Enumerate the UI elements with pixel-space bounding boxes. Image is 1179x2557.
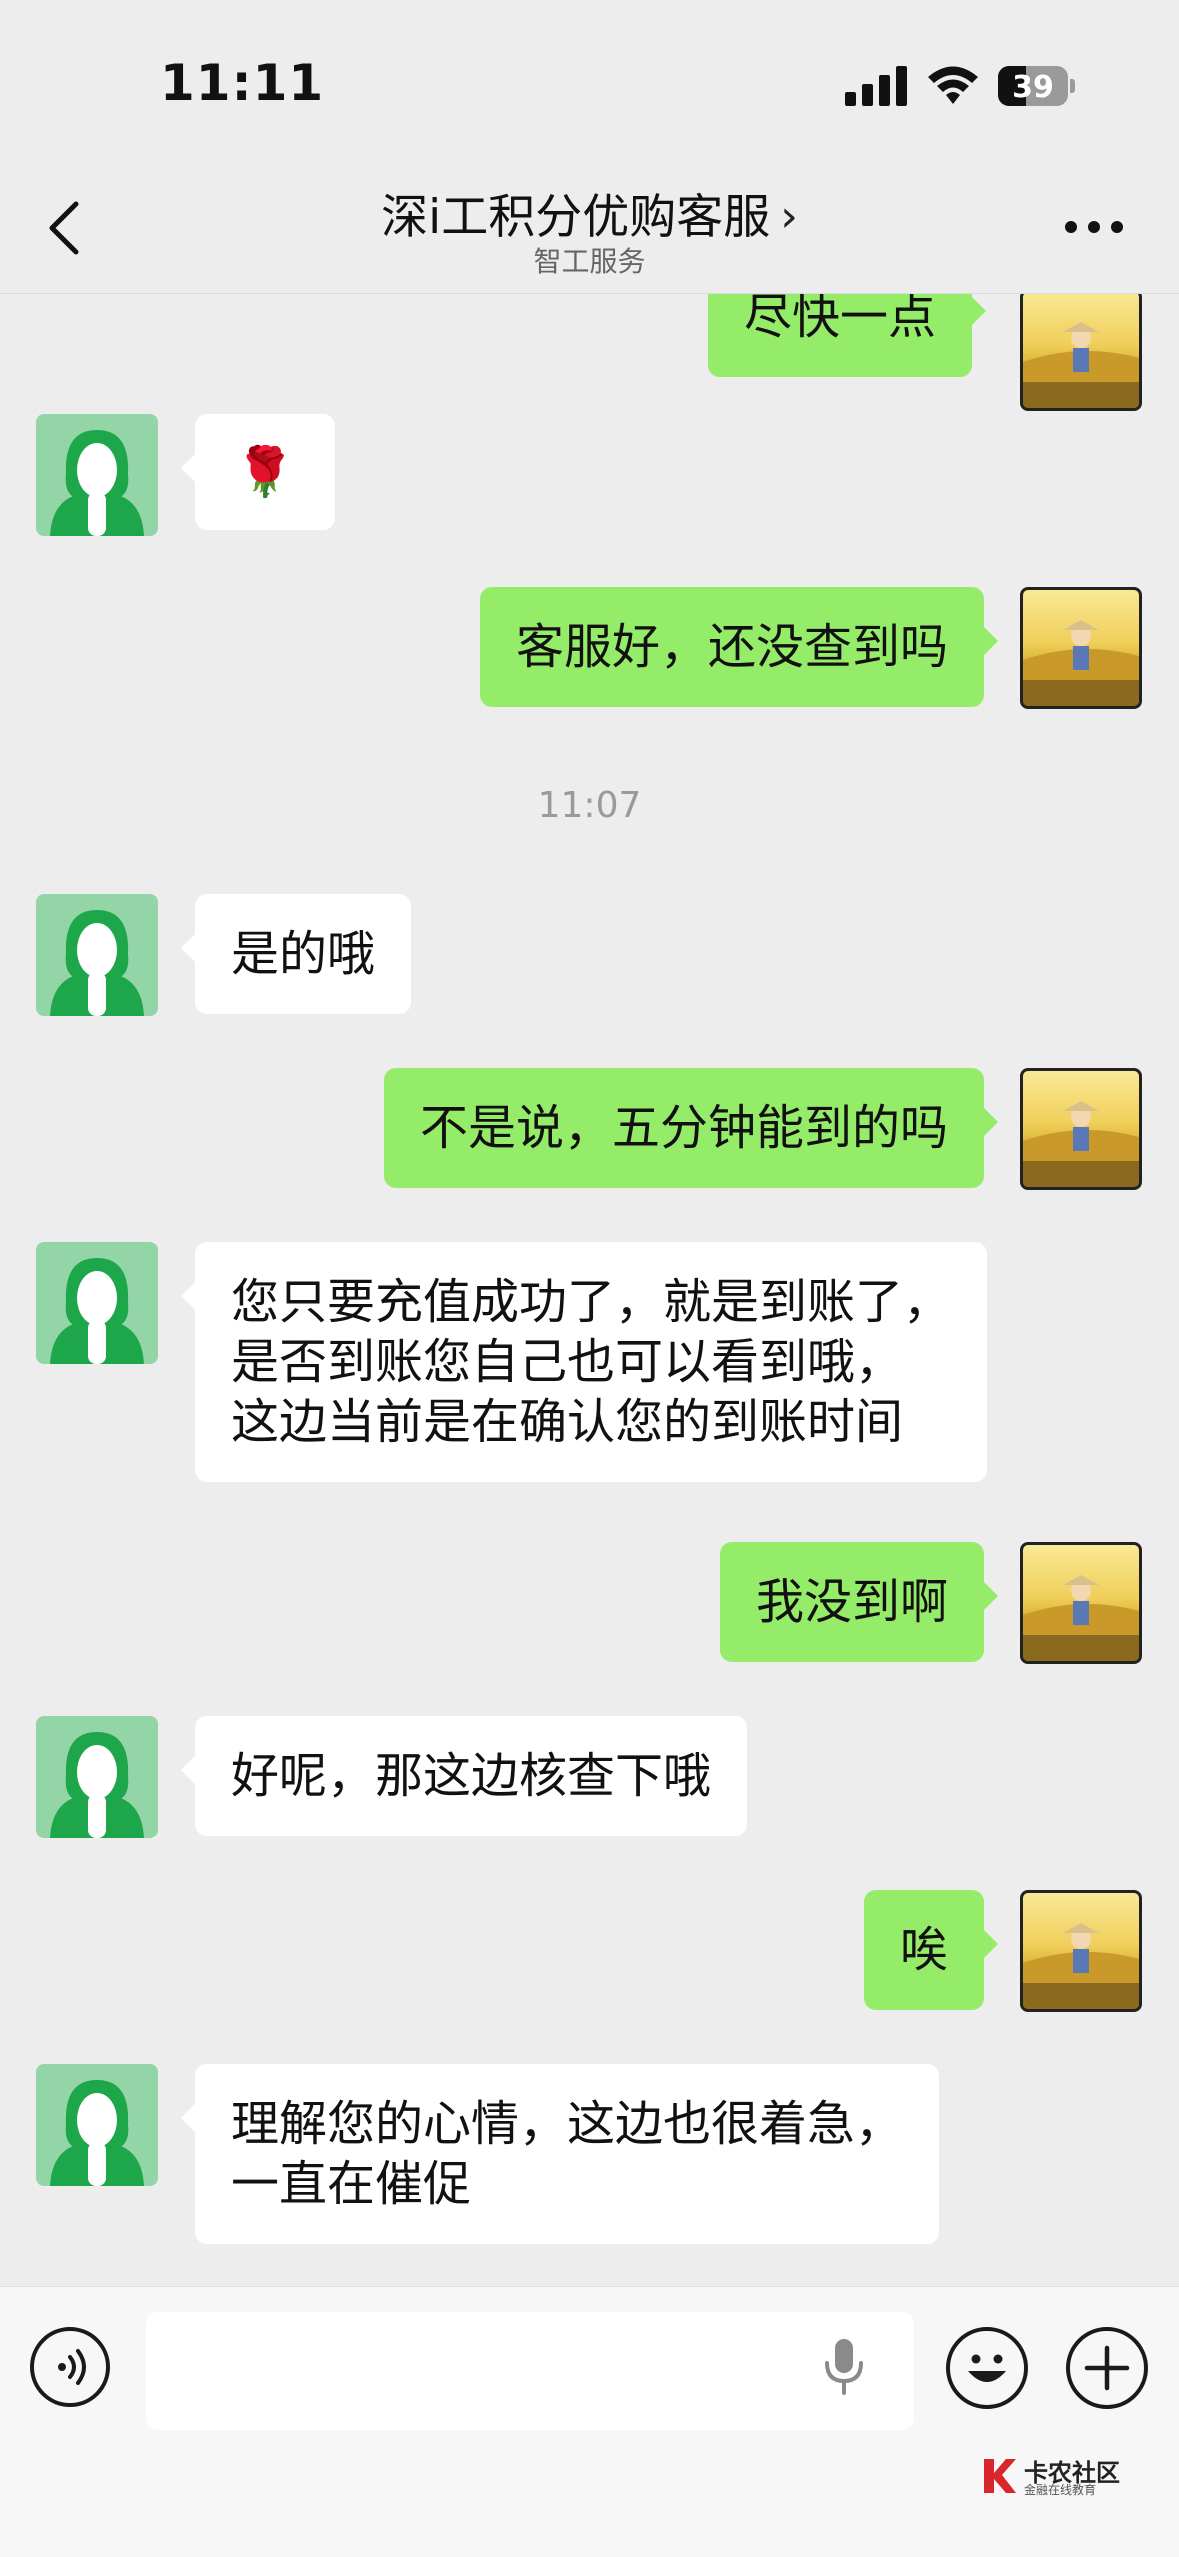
- chat-subtitle: 智工服务: [533, 245, 646, 278]
- message-bubble-sent[interactable]: 客服好，还没查到吗: [479, 587, 999, 707]
- message-bubble-received[interactable]: 好呢，那这边核查下哦: [180, 1716, 748, 1836]
- agent-avatar[interactable]: [36, 1242, 158, 1364]
- watermark-subtitle: 金融在线教育: [1024, 2483, 1097, 2497]
- status-time: 11:11: [160, 54, 325, 112]
- message-bubble-sent[interactable]: 我没到啊: [719, 1542, 999, 1662]
- message-bubble-sent[interactable]: 唉: [863, 1890, 999, 2010]
- agent-avatar[interactable]: [36, 1716, 158, 1838]
- agent-avatar[interactable]: [36, 894, 158, 1016]
- battery-icon: 39: [998, 66, 1076, 106]
- agent-avatar[interactable]: [36, 414, 158, 536]
- timestamp: 11:07: [537, 785, 642, 826]
- user-avatar[interactable]: [1020, 293, 1142, 411]
- chat-area[interactable]: 尽快一点 🌹 客服好，还没查到吗 11:07 是的哦 不是说，五分钟能到的吗 您…: [0, 293, 1179, 2286]
- farmer-avatar-icon: [1023, 322, 1139, 408]
- emoji-icon[interactable]: [946, 2327, 1028, 2409]
- agent-avatar[interactable]: [36, 2064, 158, 2186]
- status-bar: 11:11 39: [0, 0, 1179, 160]
- message-line: 这边当前是在确认您的到账时间: [231, 1394, 904, 1450]
- agent-avatar-icon: [50, 1732, 144, 1838]
- battery-level: 39: [1012, 70, 1054, 105]
- input-bar: 卡农社区 金融在线教育: [0, 2286, 1179, 2557]
- plus-icon[interactable]: [1066, 2327, 1148, 2409]
- agent-avatar-icon: [50, 1258, 144, 1364]
- message-bubble-received[interactable]: 🌹: [181, 414, 335, 530]
- chat-title-button[interactable]: 深i工积分优购客服 ›: [0, 178, 1179, 247]
- farmer-avatar-icon: [1023, 1923, 1139, 2009]
- farmer-avatar-icon: [1023, 620, 1139, 706]
- message-line: 是否到账您自己也可以看到哦，: [231, 1334, 904, 1390]
- message-bubble-sent[interactable]: 不是说，五分钟能到的吗: [383, 1068, 999, 1188]
- user-avatar[interactable]: [1020, 1542, 1142, 1664]
- user-avatar[interactable]: [1020, 1890, 1142, 2012]
- message-line: 您只要充值成功了，就是到账了，: [231, 1274, 952, 1330]
- agent-avatar-icon: [50, 2080, 144, 2186]
- mic-icon[interactable]: [822, 2337, 866, 2397]
- message-bubble-received[interactable]: 理解您的心情，这边也很着急， 一直在催促: [180, 2064, 940, 2244]
- agent-avatar-icon: [50, 430, 144, 536]
- message-bubble-received[interactable]: 是的哦: [180, 894, 412, 1014]
- message-bubble-sent[interactable]: 尽快一点: [708, 293, 987, 377]
- message-bubble-received[interactable]: 您只要充值成功了，就是到账了， 是否到账您自己也可以看到哦， 这边当前是在确认您…: [180, 1242, 988, 1482]
- watermark: 卡农社区 金融在线教育: [980, 2453, 1160, 2503]
- chat-header: 深i工积分优购客服 › 智工服务: [0, 160, 1179, 294]
- voice-icon[interactable]: [30, 2327, 110, 2407]
- wifi-icon: [928, 66, 978, 104]
- chevron-right-icon: ›: [780, 191, 798, 242]
- user-avatar[interactable]: [1020, 1068, 1142, 1190]
- chat-title: 深i工积分优购客服: [381, 190, 771, 245]
- agent-avatar-icon: [50, 910, 144, 1016]
- user-avatar[interactable]: [1020, 587, 1142, 709]
- farmer-avatar-icon: [1023, 1101, 1139, 1187]
- smile-icon: [968, 2354, 1006, 2382]
- message-input[interactable]: [146, 2312, 914, 2430]
- more-icon[interactable]: [1064, 220, 1124, 234]
- watermark-logo-icon: [984, 2459, 1016, 2493]
- message-line: 理解您的心情，这边也很着急，: [231, 2096, 904, 2152]
- message-line: 一直在催促: [231, 2156, 472, 2212]
- voice-wave-icon: [58, 2349, 86, 2385]
- farmer-avatar-icon: [1023, 1575, 1139, 1661]
- plus-sign-icon: [1084, 2345, 1130, 2391]
- signal-icon: [845, 66, 907, 106]
